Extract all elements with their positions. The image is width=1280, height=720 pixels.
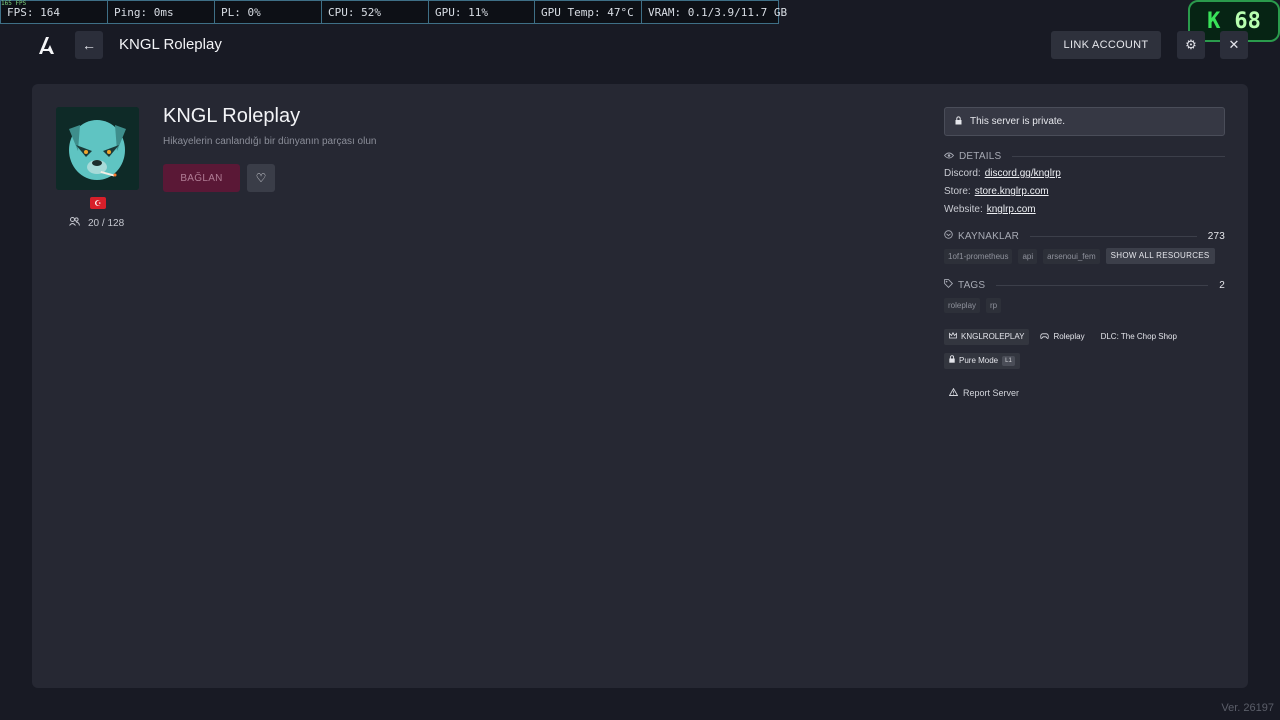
server-detail-panel: ☪ 20 / 128 KNGL Roleplay Hikayelerin can…: [32, 84, 1248, 688]
pure-mode-row: Pure Mode L1: [944, 353, 1020, 369]
connect-button[interactable]: BAĞLAN: [163, 164, 240, 192]
owner-badge-label: KNGLROLEPLAY: [961, 332, 1025, 341]
details-heading-label: DETAILS: [959, 151, 1002, 162]
tags-count: 2: [1219, 279, 1225, 291]
tag-icon: [944, 279, 954, 291]
store-label: Store:: [944, 186, 971, 197]
close-icon: ✕: [1228, 37, 1240, 52]
report-server-label: Report Server: [963, 388, 1020, 398]
page-title: KNGL Roleplay: [119, 36, 222, 53]
tags-heading-label: TAGS: [958, 279, 986, 291]
show-all-resources-button[interactable]: SHOW ALL RESOURCES: [1105, 248, 1215, 264]
discord-label: Discord:: [944, 168, 981, 179]
gpu-temp-readout: GPU Temp: 47°C: [535, 1, 642, 23]
gear-icon: ⚙: [1185, 37, 1197, 52]
resource-chip: arsenoui_fem: [1043, 248, 1100, 264]
packet-loss-readout: PL: 0%: [215, 1, 322, 23]
eye-icon: [943, 151, 955, 162]
resources-icon: [944, 230, 953, 242]
discord-link[interactable]: discord.gg/knglrp: [985, 168, 1061, 179]
warning-icon: [948, 387, 959, 398]
badge-letter: K: [1207, 8, 1221, 34]
details-heading: DETAILS: [943, 151, 1225, 162]
resource-chip: api: [1018, 248, 1038, 264]
store-row: Store: store.knglrp.com: [944, 186, 1049, 197]
gpu-readout: GPU: 11%: [429, 1, 535, 23]
owner-badge[interactable]: KNGLROLEPLAY: [944, 329, 1030, 345]
heart-icon: ♡: [255, 171, 267, 185]
tiny-fps-counter: 165 FPS: [1, 0, 27, 7]
divider: [1030, 235, 1197, 237]
discord-row: Discord: discord.gg/knglrp: [944, 168, 1061, 179]
tag-chip[interactable]: rp: [986, 298, 1002, 313]
resources-count: 273: [1207, 230, 1225, 242]
server-badges-row: KNGLROLEPLAY Roleplay DLC: The Chop Shop: [944, 329, 1182, 345]
resources-heading: KAYNAKLAR 273: [944, 230, 1225, 242]
dlc-badge: DLC: The Chop Shop: [1100, 332, 1177, 341]
server-name: KNGL Roleplay: [163, 105, 301, 127]
tag-chip[interactable]: roleplay: [944, 298, 981, 313]
back-button[interactable]: ←: [75, 31, 103, 59]
divider: [996, 284, 1209, 286]
favorite-button[interactable]: ♡: [247, 164, 275, 192]
players-icon: [69, 217, 80, 229]
pure-mode-level: L1: [1002, 356, 1015, 366]
divider: [1012, 156, 1225, 157]
resource-chip: 1of1-prometheus: [944, 248, 1013, 264]
server-logo-image: [56, 107, 139, 190]
version-label: Ver. 26197: [1221, 702, 1274, 714]
gamemode-label: Roleplay: [1053, 332, 1085, 341]
lock-icon: [949, 353, 955, 369]
pure-mode-badge: Pure Mode L1: [944, 353, 1020, 369]
private-server-notice: This server is private.: [944, 107, 1225, 136]
performance-overlay: FPS: 164 Ping: 0ms PL: 0% CPU: 52% GPU: …: [0, 0, 788, 24]
cpu-readout: CPU: 52%: [322, 1, 429, 23]
app-logo-icon[interactable]: [36, 34, 56, 56]
pure-mode-label: Pure Mode: [959, 356, 999, 365]
lock-icon: [955, 115, 962, 128]
gamepad-icon: [1040, 329, 1050, 345]
website-row: Website: knglrp.com: [944, 204, 1036, 215]
vram-readout: VRAM: 0.1/3.9/11.7 GB: [648, 6, 788, 19]
resources-list: 1of1-prometheus api arsenoui_fem SHOW AL…: [944, 248, 1215, 264]
crown-icon: [949, 329, 957, 345]
website-link[interactable]: knglrp.com: [987, 204, 1036, 215]
server-description: Hikayelerin canlandığı bir dünyanın parç…: [163, 136, 377, 147]
tags-list: roleplay rp: [944, 298, 1002, 313]
badge-value: 68: [1234, 8, 1261, 34]
gamemode-badge: Roleplay: [1035, 329, 1089, 345]
country-flag-icon: ☪: [90, 197, 106, 209]
ping-readout: Ping: 0ms: [108, 1, 215, 23]
resources-heading-label: KAYNAKLAR: [958, 230, 1020, 242]
link-account-button[interactable]: LINK ACCOUNT: [1051, 31, 1161, 59]
private-notice-text: This server is private.: [970, 116, 1066, 127]
report-server-button[interactable]: Report Server: [948, 387, 1020, 398]
player-count: 20 / 128: [69, 217, 124, 229]
store-link[interactable]: store.knglrp.com: [975, 186, 1049, 197]
tags-heading: TAGS 2: [944, 279, 1225, 291]
close-button[interactable]: ✕: [1220, 31, 1248, 59]
website-label: Website:: [944, 204, 983, 215]
settings-button[interactable]: ⚙: [1177, 31, 1205, 59]
back-arrow-icon: ←: [82, 37, 96, 53]
player-count-value: 20 / 128: [88, 217, 125, 229]
